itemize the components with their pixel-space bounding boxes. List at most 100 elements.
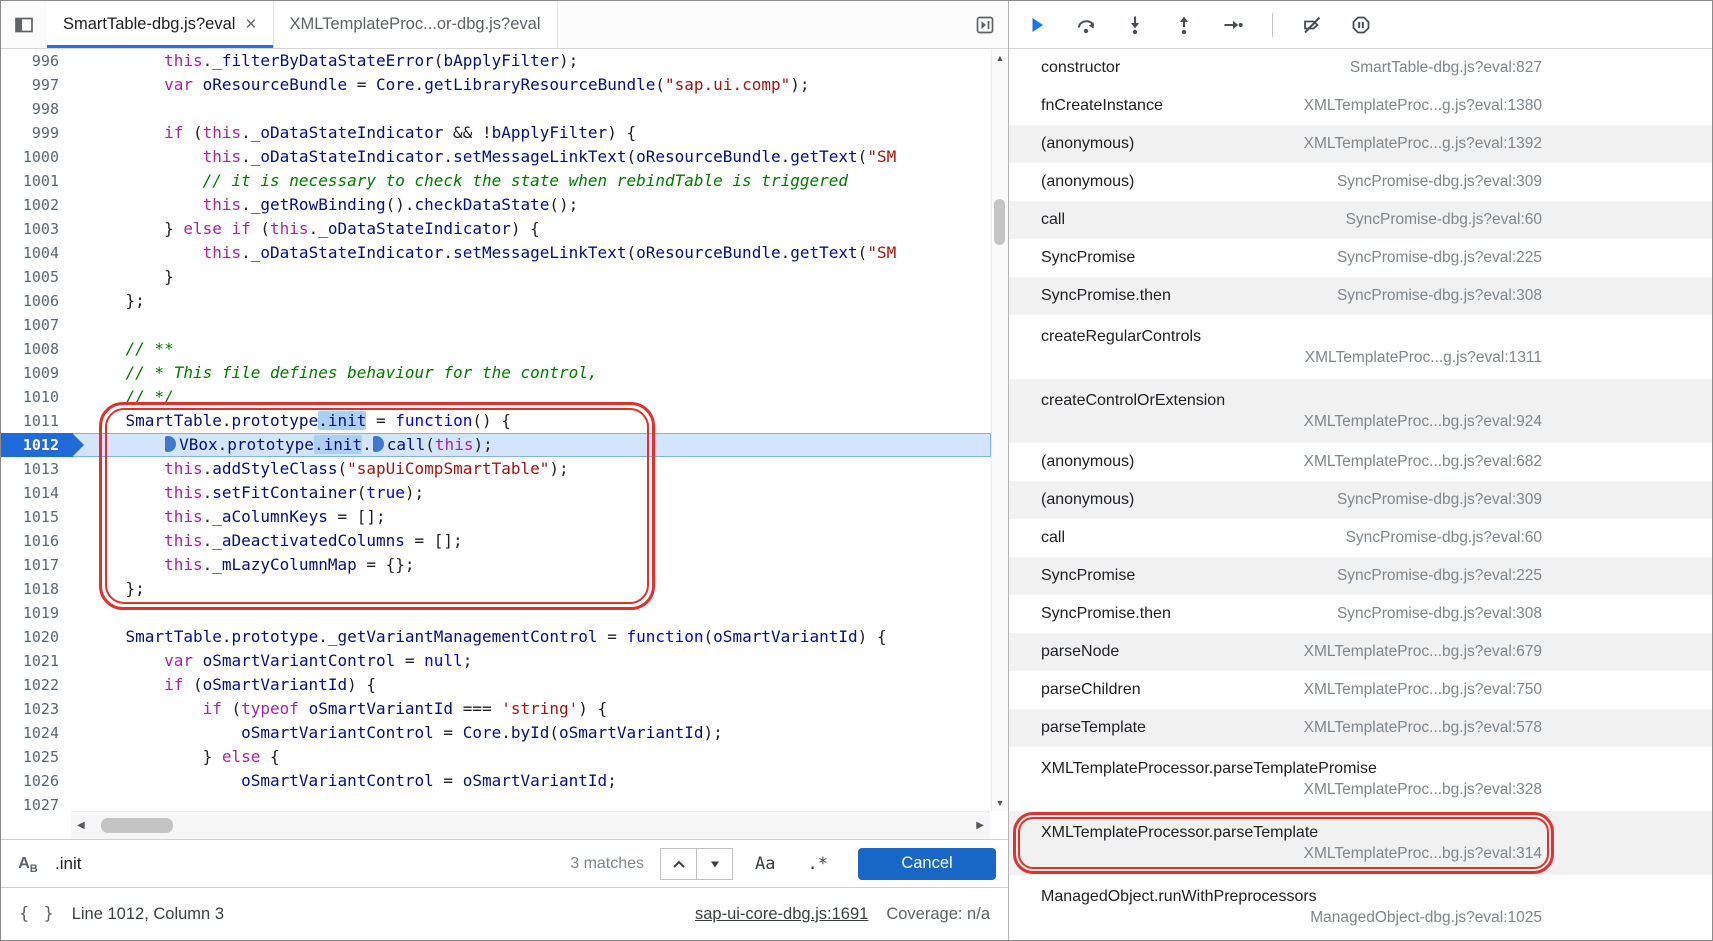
close-tab-icon[interactable]: × xyxy=(245,15,256,34)
horizontal-scroll-thumb[interactable] xyxy=(101,818,173,833)
pretty-print-icon[interactable]: { } xyxy=(19,904,56,924)
deactivate-breakpoints-button[interactable] xyxy=(1300,13,1324,37)
code-text[interactable]: if (oSmartVariantId) { xyxy=(73,673,991,697)
line-number[interactable]: 1024 xyxy=(1,721,73,745)
line-number[interactable]: 1005 xyxy=(1,265,73,289)
stack-frame[interactable]: (anonymous) XMLTemplateProc...bg.js?eval:… xyxy=(1009,443,1712,481)
inline-breakpoint-marker-icon[interactable] xyxy=(372,436,384,452)
line-number[interactable]: 996 xyxy=(1,49,73,73)
code-text[interactable]: var oResourceBundle = Core.getLibraryRes… xyxy=(73,73,991,97)
code-text[interactable]: this._oDataStateIndicator.setMessageLink… xyxy=(73,241,991,265)
stack-frame[interactable]: SyncPromise.then SyncPromise-dbg.js?eval:… xyxy=(1009,277,1712,315)
tab-xmltemplateprocessor[interactable]: XMLTemplateProc...or-dbg.js?eval xyxy=(273,1,558,48)
line-number[interactable]: 1014 xyxy=(1,481,73,505)
code-line[interactable]: 998 xyxy=(1,97,991,121)
line-number[interactable]: 999 xyxy=(1,121,73,145)
code-text[interactable]: // */ xyxy=(73,385,991,409)
code-line[interactable]: 1020 SmartTable.prototype._getVariantMan… xyxy=(1,625,991,649)
stack-frame[interactable]: parseChildren XMLTemplateProc...bg.js?eva… xyxy=(1009,671,1712,709)
horizontal-scrollbar[interactable]: ◀ ▶ xyxy=(1,811,1008,839)
code-text[interactable] xyxy=(73,601,991,625)
code-text[interactable]: var oSmartVariantControl = null; xyxy=(73,649,991,673)
stack-frame[interactable]: SyncPromise SyncPromise-dbg.js?eval:225 xyxy=(1009,239,1712,277)
line-number[interactable]: 1004 xyxy=(1,241,73,265)
step-over-button[interactable] xyxy=(1074,13,1098,37)
code-text[interactable]: oSmartVariantControl = Core.byId(oSmartV… xyxy=(73,721,991,745)
code-text[interactable]: this._filterByDataStateError(bApplyFilte… xyxy=(73,49,991,73)
line-number[interactable]: 1010 xyxy=(1,385,73,409)
code-text[interactable]: } else { xyxy=(73,745,991,769)
code-line[interactable]: 1022 if (oSmartVariantId) { xyxy=(1,673,991,697)
line-number[interactable]: 1021 xyxy=(1,649,73,673)
code-line[interactable]: 1027 xyxy=(1,793,991,811)
code-line[interactable]: 1011 SmartTable.prototype.init = functio… xyxy=(1,409,991,433)
code-line[interactable]: 996 this._filterByDataStateError(bApplyF… xyxy=(1,49,991,73)
line-number[interactable]: 1013 xyxy=(1,457,73,481)
code-line[interactable]: 1024 oSmartVariantControl = Core.byId(oS… xyxy=(1,721,991,745)
line-number[interactable]: 1002 xyxy=(1,193,73,217)
line-number[interactable]: 1003 xyxy=(1,217,73,241)
line-number[interactable]: 1006 xyxy=(1,289,73,313)
code-text[interactable] xyxy=(73,97,991,121)
code-text[interactable]: this._aColumnKeys = []; xyxy=(73,505,991,529)
line-number[interactable]: 1009 xyxy=(1,361,73,385)
line-number[interactable]: 1015 xyxy=(1,505,73,529)
code-line[interactable]: 997 var oResourceBundle = Core.getLibrar… xyxy=(1,73,991,97)
code-line[interactable]: 999 if (this._oDataStateIndicator && !bA… xyxy=(1,121,991,145)
source-file-link[interactable]: sap-ui-core-dbg.js:1691 xyxy=(695,905,868,924)
line-number[interactable]: 1022 xyxy=(1,673,73,697)
vertical-scroll-thumb[interactable] xyxy=(994,199,1005,245)
line-number[interactable]: 1016 xyxy=(1,529,73,553)
stack-frame[interactable]: (anonymous) XMLTemplateProc...g.js?eval:1… xyxy=(1009,125,1712,163)
code-line[interactable]: 1010 // */ xyxy=(1,385,991,409)
stack-frame[interactable]: XMLTemplateProcessor.parseTemplate XMLTem… xyxy=(1009,811,1712,875)
cancel-button[interactable]: Cancel xyxy=(858,847,996,880)
code-text[interactable]: // * This file defines behaviour for the… xyxy=(73,361,991,385)
line-number[interactable]: 1017 xyxy=(1,553,73,577)
code-line[interactable]: 1004 this._oDataStateIndicator.setMessag… xyxy=(1,241,991,265)
code-line[interactable]: 1019 xyxy=(1,601,991,625)
code-text[interactable]: } xyxy=(73,265,991,289)
match-case-button[interactable]: Aa xyxy=(745,854,785,874)
line-number[interactable]: 998 xyxy=(1,97,73,121)
code-text[interactable]: // it is necessary to check the state wh… xyxy=(73,169,991,193)
pause-on-exceptions-button[interactable] xyxy=(1349,13,1373,37)
tab-smarttable[interactable]: SmartTable-dbg.js?eval × xyxy=(47,1,274,48)
scroll-down-arrow-icon[interactable]: ▼ xyxy=(992,794,1008,811)
toggle-navigator-button[interactable] xyxy=(1,1,47,48)
code-text[interactable] xyxy=(73,793,991,811)
code-text[interactable]: this.addStyleClass("sapUiCompSmartTable"… xyxy=(73,457,991,481)
stack-frame[interactable]: call SyncPromise-dbg.js?eval:60 xyxy=(1009,201,1712,239)
code-text[interactable]: this._mLazyColumnMap = {}; xyxy=(73,553,991,577)
stack-frame[interactable]: createRegularControls XMLTemplateProc...g… xyxy=(1009,315,1712,379)
code-text[interactable]: }; xyxy=(73,577,991,601)
code-line[interactable]: 1009 // * This file defines behaviour fo… xyxy=(1,361,991,385)
next-match-button[interactable] xyxy=(696,847,734,880)
stack-frame[interactable]: ManagedObject.runWithPreprocessors Manage… xyxy=(1009,875,1712,939)
code-line[interactable]: 1013 this.addStyleClass("sapUiCompSmartT… xyxy=(1,457,991,481)
stack-frame[interactable]: XMLTemplateProcessor.parseTemplatePromis… xyxy=(1009,747,1712,811)
stack-frame[interactable]: (anonymous) SyncPromise-dbg.js?eval:309 xyxy=(1009,481,1712,519)
inline-breakpoint-marker-icon[interactable] xyxy=(165,436,177,452)
code-text[interactable]: this._oDataStateIndicator.setMessageLink… xyxy=(73,145,991,169)
code-text[interactable]: if (typeof oSmartVariantId === 'string')… xyxy=(73,697,991,721)
step-out-button[interactable] xyxy=(1172,13,1196,37)
stack-frame[interactable]: SyncPromise.then SyncPromise-dbg.js?eval:… xyxy=(1009,595,1712,633)
scroll-up-arrow-icon[interactable]: ▲ xyxy=(992,49,1008,66)
step-into-button[interactable] xyxy=(1123,13,1147,37)
stack-frame[interactable]: parseNode XMLTemplateProc...bg.js?eval:67… xyxy=(1009,633,1712,671)
code-line[interactable]: 1015 this._aColumnKeys = []; xyxy=(1,505,991,529)
code-line[interactable]: 1002 this._getRowBinding().checkDataStat… xyxy=(1,193,991,217)
line-number[interactable]: 1023 xyxy=(1,697,73,721)
code-text[interactable]: VBox.prototype.init. call(this); xyxy=(73,433,991,457)
line-number[interactable]: 997 xyxy=(1,73,73,97)
code-line[interactable]: 1025 } else { xyxy=(1,745,991,769)
code-text[interactable]: // ** xyxy=(73,337,991,361)
line-number[interactable]: 1007 xyxy=(1,313,73,337)
code-line[interactable]: 1016 this._aDeactivatedColumns = []; xyxy=(1,529,991,553)
stack-frame[interactable]: call SyncPromise-dbg.js?eval:60 xyxy=(1009,519,1712,557)
code-text[interactable] xyxy=(73,313,991,337)
code-line[interactable]: 1006 }; xyxy=(1,289,991,313)
regex-button[interactable]: .* xyxy=(798,854,838,874)
line-number[interactable]: 1019 xyxy=(1,601,73,625)
